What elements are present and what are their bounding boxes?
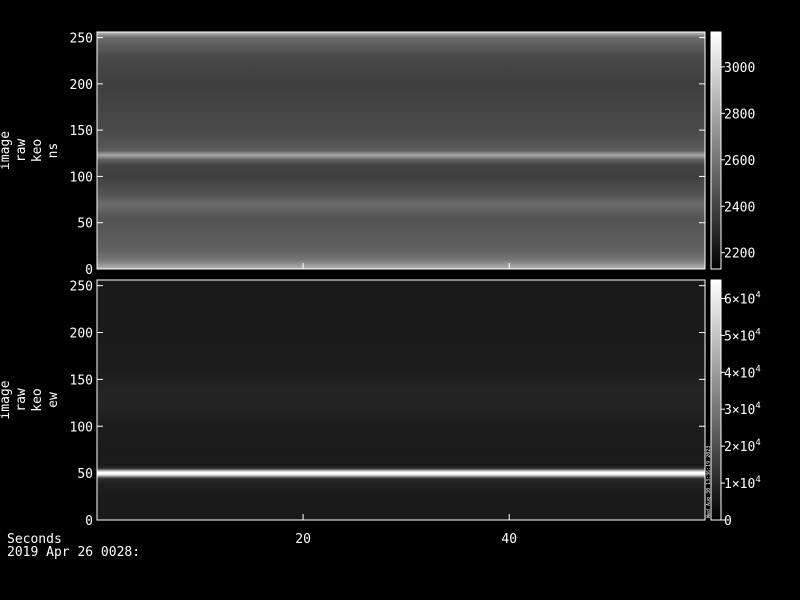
ns-colorbar: [711, 32, 721, 269]
y-tick-label: 150: [70, 124, 93, 139]
ew-keogram-image: [97, 280, 705, 520]
ns-y-axis-label: image raw keo ns: [0, 131, 61, 170]
panel-ns: 0 50 100 150 200 250 image raw keo ns 2200 2400 26…: [0, 31, 755, 278]
colorbar-tick-label: 6×104: [724, 290, 761, 307]
y-tick-label: 50: [77, 467, 93, 482]
colorbar-tick-label: 2600: [724, 154, 755, 169]
y-label-word: ew: [46, 392, 61, 408]
y-label-word: image: [0, 131, 13, 170]
y-tick-label: 100: [70, 170, 93, 185]
panel-ew: 0 50 100 150 200 250 20 40 image raw keo ew 0 1×10…: [0, 263, 761, 547]
y-label-word: ns: [46, 143, 61, 159]
y-tick-label: 200: [70, 78, 93, 93]
colorbar-tick-label: 2800: [724, 107, 755, 122]
ew-colorbar-timestamp: Wed_Aug_30_13:36:19_2023: [706, 446, 712, 518]
colorbar-tick-label: 1×104: [724, 475, 761, 492]
y-tick-label: 100: [70, 420, 93, 435]
ew-colorbar: [711, 280, 721, 520]
y-label-word: image: [0, 380, 13, 419]
y-tick-label: 200: [70, 327, 93, 342]
colorbar-tick-label: 4×104: [724, 364, 761, 381]
keogram-figure: 050100150200250 image raw keo ns 2200240026…: [0, 31, 761, 560]
y-tick-label: 250: [70, 280, 93, 295]
colorbar-tick-label: 0: [724, 514, 732, 529]
colorbar-tick-label: 2400: [724, 200, 755, 215]
colorbar-tick-label: 3000: [724, 61, 755, 76]
ew-colorbar-axis: 0 1×104 2×104 3×104 4×104 5×104 6×104: [721, 290, 761, 529]
x-tick-label: 20: [295, 532, 311, 547]
colorbar-tick-label: 3×104: [724, 401, 761, 418]
y-tick-label: 250: [70, 32, 93, 47]
y-tick-label: 0: [85, 514, 93, 529]
y-label-word: keo: [30, 388, 45, 411]
ns-keogram-image: [97, 32, 705, 269]
y-tick-label: 50: [77, 217, 93, 232]
colorbar-tick-label: 2×104: [724, 438, 761, 455]
y-label-word: raw: [14, 388, 29, 412]
date-label: 2019 Apr 26 0028:: [7, 545, 140, 560]
ns-colorbar-axis: 2200 2400 2600 2800 3000: [721, 61, 755, 262]
ew-y-axis-label: image raw keo ew: [0, 380, 61, 419]
y-label-word: keo: [30, 139, 45, 162]
colorbar-tick-label: 2200: [724, 247, 755, 262]
y-tick-label: 0: [85, 263, 93, 278]
colorbar-tick-label: 5×104: [724, 327, 761, 344]
x-tick-label: 40: [501, 532, 517, 547]
y-label-word: raw: [14, 139, 29, 163]
y-tick-label: 150: [70, 373, 93, 388]
